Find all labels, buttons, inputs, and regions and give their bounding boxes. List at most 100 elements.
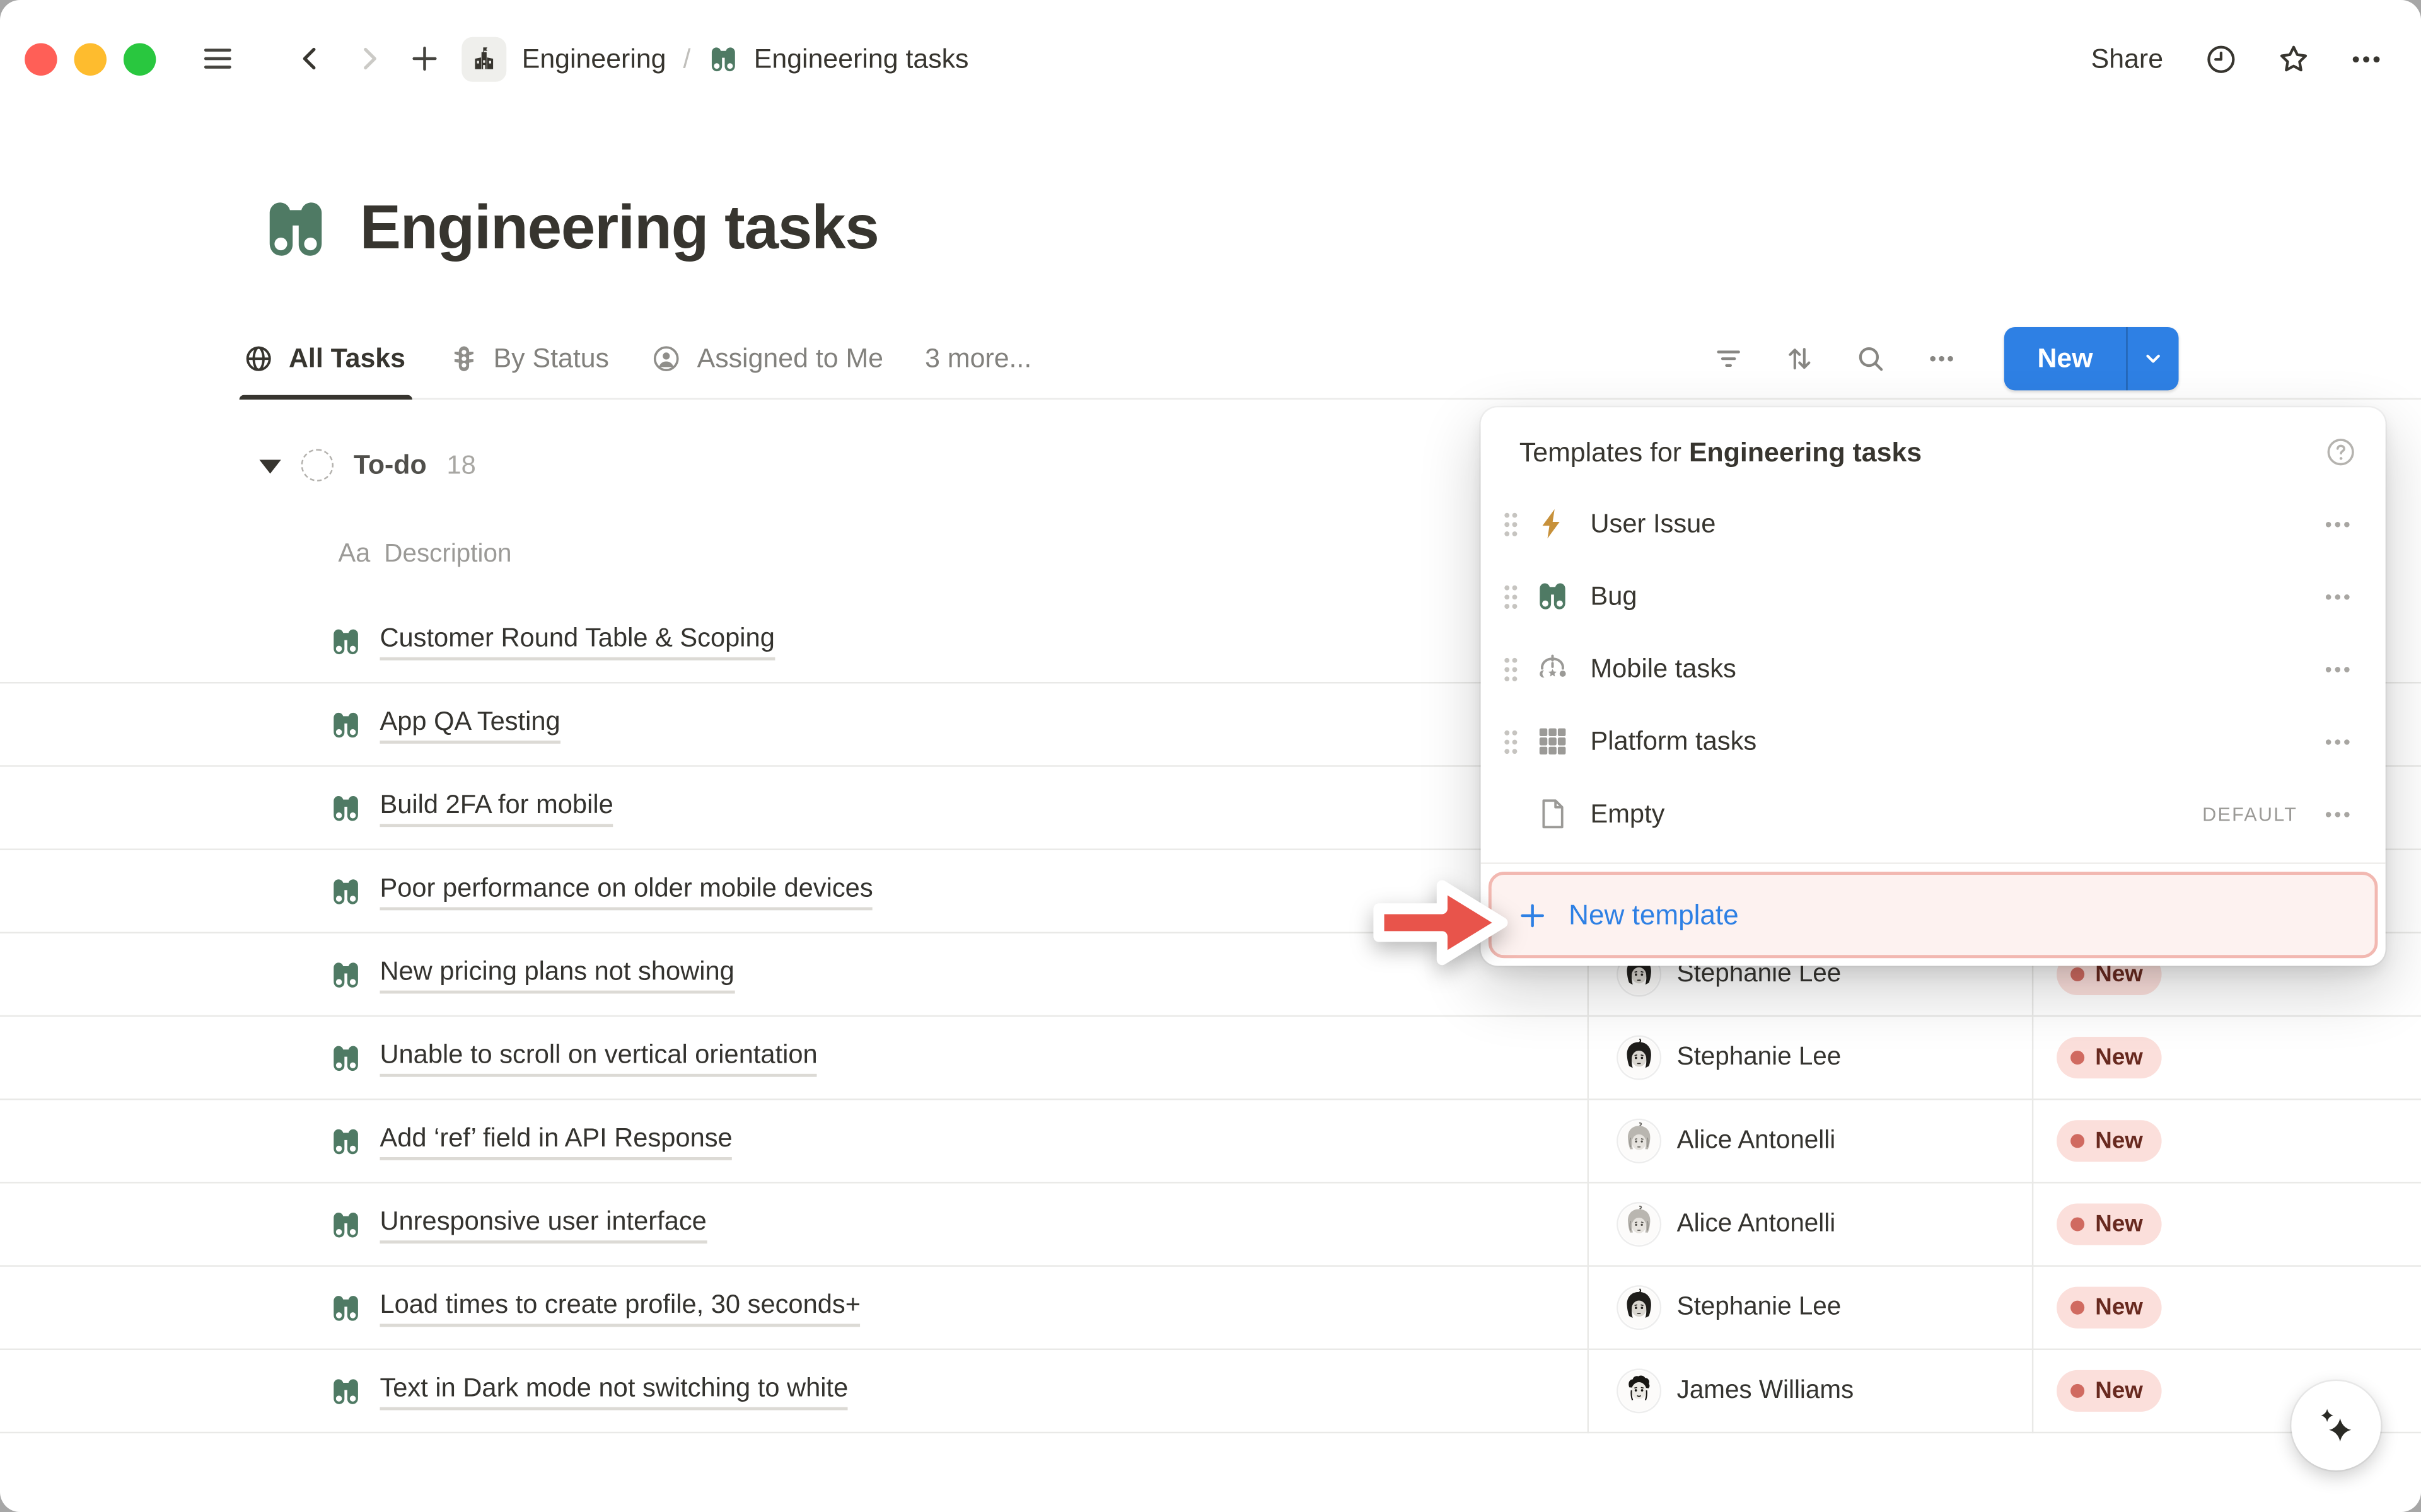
task-title[interactable]: Customer Round Table & Scoping xyxy=(380,623,774,660)
status-badge: New xyxy=(2057,1370,2161,1412)
task-title[interactable]: New pricing plans not showing xyxy=(380,956,734,993)
new-template-button[interactable]: New template xyxy=(1489,872,2378,958)
item-more-icon[interactable] xyxy=(2321,652,2355,686)
page-title[interactable]: Engineering tasks xyxy=(360,194,879,263)
new-button[interactable]: New xyxy=(2004,327,2179,390)
assignee-cell[interactable]: Alice Antonelli xyxy=(1618,1100,1836,1182)
assignee-name: Stephanie Lee xyxy=(1677,1043,1842,1073)
status-label: New xyxy=(2095,1128,2143,1154)
breadcrumb-workspace[interactable]: Engineering xyxy=(522,42,666,74)
template-item[interactable]: User Issue xyxy=(1481,488,2386,560)
share-button[interactable]: Share xyxy=(2091,42,2163,74)
status-label: New xyxy=(2095,1378,2143,1404)
filter-icon[interactable] xyxy=(1712,342,1745,374)
group-count: 18 xyxy=(446,450,475,481)
template-item[interactable]: Platform tasks xyxy=(1481,705,2386,778)
close-window-button[interactable] xyxy=(25,42,57,74)
item-more-icon[interactable] xyxy=(2321,579,2355,613)
status-label: New xyxy=(2095,1211,2143,1238)
binoculars-icon xyxy=(329,791,363,825)
sidebar-toggle-icon[interactable] xyxy=(200,42,235,76)
history-clock-icon[interactable] xyxy=(2203,41,2239,76)
new-button-label[interactable]: New xyxy=(2004,327,2126,390)
page-binoculars-icon[interactable] xyxy=(259,193,332,265)
lightning-icon xyxy=(1535,506,1570,541)
binoculars-icon xyxy=(329,1208,363,1242)
table-row: Unable to scroll on vertical orientation… xyxy=(0,1017,2421,1100)
chevron-down-icon[interactable] xyxy=(2128,327,2179,390)
template-label: User Issue xyxy=(1590,509,2320,540)
zoom-window-button[interactable] xyxy=(124,42,156,74)
group-name: To-do xyxy=(354,449,427,481)
task-title[interactable]: App QA Testing xyxy=(380,706,560,743)
column-label: Description xyxy=(384,540,511,569)
topbar: Engineering / Engineering tasks Share xyxy=(0,0,2421,117)
popup-title: Templates for Engineering tasks xyxy=(1519,436,1922,468)
status-dot xyxy=(2070,1134,2084,1148)
view-tab[interactable]: All Tasks xyxy=(242,318,405,400)
item-more-icon[interactable] xyxy=(2321,507,2355,541)
stephanie-lee-avatar xyxy=(1618,1037,1660,1078)
annotation-arrow-icon xyxy=(1369,870,1511,975)
drag-handle-icon[interactable] xyxy=(1501,509,1521,540)
assignee-cell[interactable]: Stephanie Lee xyxy=(1618,1267,1842,1349)
back-icon[interactable] xyxy=(293,42,327,76)
template-item[interactable]: Mobile tasks xyxy=(1481,633,2386,705)
new-page-icon[interactable] xyxy=(408,42,442,76)
drag-handle-icon[interactable] xyxy=(1501,581,1521,612)
task-title[interactable]: Unable to scroll on vertical orientation xyxy=(380,1039,817,1076)
notion-window: Engineering / Engineering tasks Share En… xyxy=(0,0,2421,1512)
view-more-icon[interactable] xyxy=(1925,342,1958,374)
item-more-icon[interactable] xyxy=(2321,797,2355,831)
workspace-icon[interactable] xyxy=(462,37,506,81)
assignee-cell[interactable]: Stephanie Lee xyxy=(1618,1017,1842,1099)
assignee-name: James Williams xyxy=(1677,1376,1854,1406)
description-column-header[interactable]: Aa Description xyxy=(338,538,511,569)
forward-icon[interactable] xyxy=(352,42,386,76)
table-row: Add ‘ref’ field in API Response Alice An… xyxy=(0,1100,2421,1183)
popup-footer: New template xyxy=(1481,862,2386,966)
template-item[interactable]: Bug xyxy=(1481,560,2386,633)
collapse-triangle-icon[interactable] xyxy=(259,460,281,474)
template-item[interactable]: Empty DEFAULT xyxy=(1481,778,2386,850)
drag-handle-icon[interactable] xyxy=(1501,726,1521,757)
assignee-cell[interactable]: Alice Antonelli xyxy=(1618,1184,1836,1266)
popup-header: Templates for Engineering tasks xyxy=(1481,407,2386,478)
view-tab[interactable]: 3 more... xyxy=(925,318,1031,400)
todo-status-circle-icon xyxy=(301,449,334,481)
task-title[interactable]: Text in Dark mode not switching to white xyxy=(380,1372,848,1409)
status-cell[interactable]: New xyxy=(2057,1100,2161,1182)
screenshot-stage: Engineering / Engineering tasks Share En… xyxy=(0,0,2421,1512)
task-title[interactable]: Build 2FA for mobile xyxy=(380,789,613,826)
status-cell[interactable]: New xyxy=(2057,1017,2161,1099)
view-tabs: All Tasks By Status Assigned to Me 3 mor… xyxy=(242,318,1073,400)
breadcrumb-page[interactable]: Engineering tasks xyxy=(754,42,969,74)
sort-icon[interactable] xyxy=(1784,342,1816,374)
status-dot xyxy=(2070,1051,2084,1065)
task-title[interactable]: Load times to create profile, 30 seconds… xyxy=(380,1289,861,1326)
status-cell[interactable]: New xyxy=(2057,1184,2161,1266)
task-title[interactable]: Unresponsive user interface xyxy=(380,1206,706,1243)
help-icon[interactable] xyxy=(2324,435,2358,469)
task-title[interactable]: Poor performance on older mobile devices xyxy=(380,872,873,909)
drag-handle-icon[interactable] xyxy=(1501,654,1521,684)
status-board-icon xyxy=(447,342,479,374)
templates-popup: Templates for Engineering tasks User Iss… xyxy=(1481,407,2386,966)
grid-icon xyxy=(1535,724,1570,759)
view-tab[interactable]: By Status xyxy=(447,318,609,400)
assignee-cell[interactable]: James Williams xyxy=(1618,1350,1854,1432)
view-tab[interactable]: Assigned to Me xyxy=(651,318,883,400)
status-cell[interactable]: New xyxy=(2057,1267,2161,1349)
task-title[interactable]: Add ‘ref’ field in API Response xyxy=(380,1122,732,1160)
binoculars-icon xyxy=(329,1124,363,1158)
status-label: New xyxy=(2095,1295,2143,1321)
favorite-star-icon[interactable] xyxy=(2276,41,2311,76)
item-more-icon[interactable] xyxy=(2321,724,2355,758)
minimize-window-button[interactable] xyxy=(74,42,107,74)
search-icon[interactable] xyxy=(1854,342,1886,374)
ai-assistant-button[interactable] xyxy=(2291,1381,2381,1470)
more-options-icon[interactable] xyxy=(2348,41,2384,76)
status-cell[interactable]: New xyxy=(2057,1350,2161,1432)
table-row: Text in Dark mode not switching to white… xyxy=(0,1350,2421,1433)
globe-icon xyxy=(242,342,274,374)
